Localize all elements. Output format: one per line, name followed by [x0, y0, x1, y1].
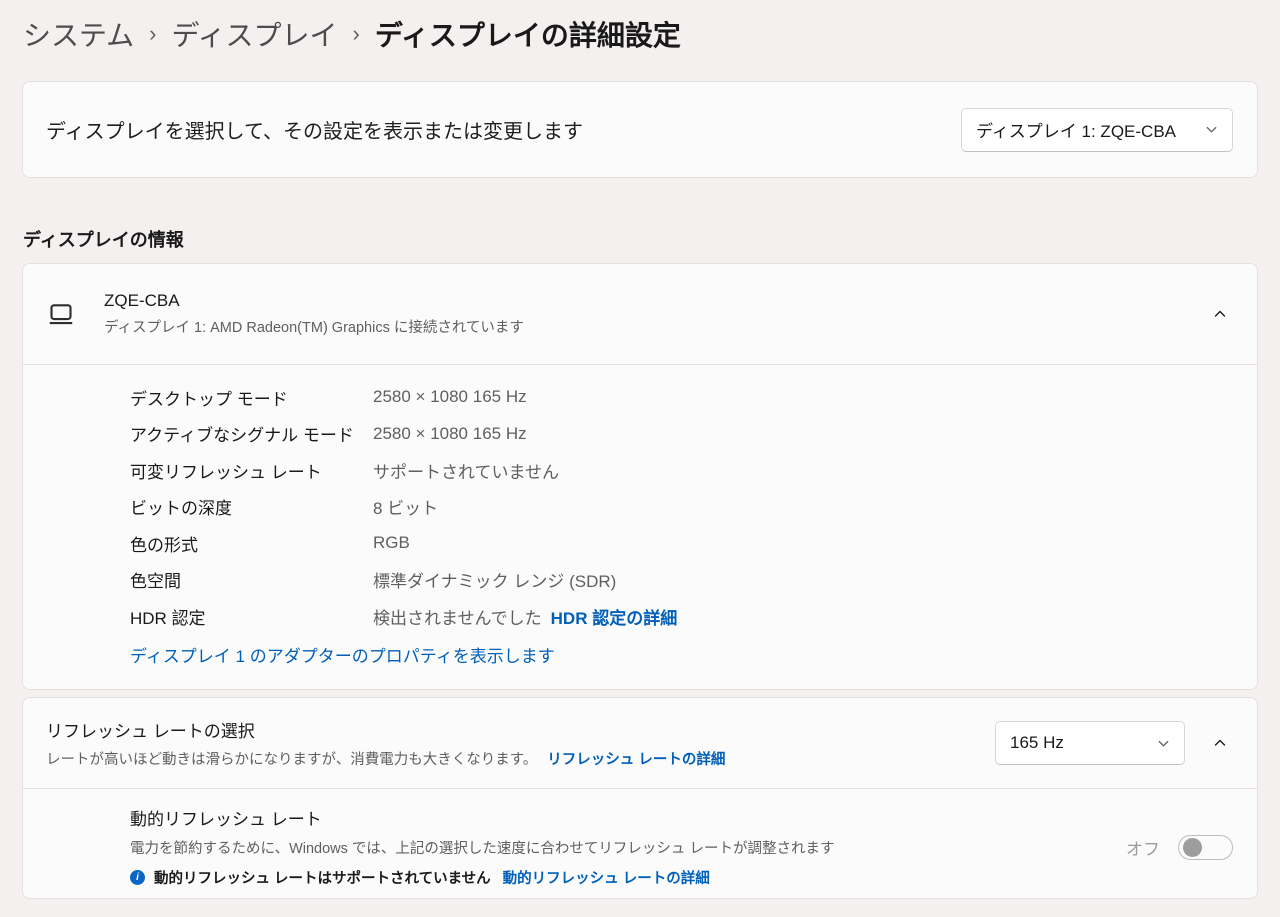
advanced-display-settings-page: システム › ディスプレイ › ディスプレイの詳細設定 ディスプレイを選択して、… [0, 0, 1280, 917]
page-title: ディスプレイの詳細設定 [374, 20, 681, 51]
refresh-rate-card: リフレッシュ レートの選択 レートが高いほど動きは滑らかになりますが、消費電力も… [22, 697, 1258, 899]
spec-label: ビットの深度 [130, 499, 232, 519]
breadcrumb: システム › ディスプレイ › ディスプレイの詳細設定 [0, 0, 1280, 58]
spec-label: デスクトップ モード [130, 389, 288, 409]
spec-value: RGB [373, 533, 410, 553]
info-icon: i [130, 870, 145, 885]
spec-label: HDR 認定 [130, 608, 206, 628]
refresh-rate-description: レートが高いほど動きは滑らかになりますが、消費電力も大きくなります。 リフレッシ… [46, 748, 725, 769]
dynamic-refresh-toggle[interactable] [1178, 835, 1233, 860]
breadcrumb-item-system[interactable]: システム [23, 14, 134, 54]
table-row: アクティブなシグナル モード 2580 × 1080 165 Hz [130, 416, 1233, 453]
refresh-rate-details-link[interactable]: リフレッシュ レートの詳細 [547, 752, 725, 768]
table-row: 可変リフレッシュ レート サポートされていません [130, 452, 1233, 489]
display-info-card: ZQE-CBA ディスプレイ 1: AMD Radeon(TM) Graphic… [22, 263, 1258, 690]
spec-label: 可変リフレッシュ レート [130, 462, 322, 482]
spec-label: 色の形式 [130, 535, 198, 555]
spec-label: アクティブなシグナル モード [130, 426, 354, 446]
display-selector-dropdown-value: ディスプレイ 1: ZQE-CBA [976, 122, 1176, 141]
refresh-rate-dropdown[interactable]: 165 Hz [995, 721, 1185, 765]
spec-value: 8 ビット [373, 499, 439, 519]
table-row: デスクトップ モード 2580 × 1080 165 Hz [130, 379, 1233, 416]
collapse-expander-button[interactable] [1207, 301, 1233, 327]
table-row: HDR 認定 検出されませんでした HDR 認定の詳細 [130, 598, 1233, 635]
dynamic-refresh-rate-description: 電力を節約するために、Windows では、上記の選択した速度に合わせてリフレッ… [130, 841, 835, 857]
spec-label: 色空間 [130, 572, 181, 592]
dynamic-refresh-rate-status: i 動的リフレッシュ レートはサポートされていません 動的リフレッシュ レートの… [130, 867, 834, 888]
chevron-right-icon: › [149, 21, 157, 46]
toggle-knob [1183, 838, 1202, 857]
display-selector-label: ディスプレイを選択して、その設定を表示または変更します [46, 121, 583, 143]
toggle-state-label: オフ [1126, 840, 1160, 859]
dynamic-refresh-rate-text: 動的リフレッシュ レート 電力を節約するために、Windows では、上記の選択… [130, 805, 834, 898]
display-name: ZQE-CBA [104, 291, 180, 310]
spec-value: 検出されませんでした [373, 608, 542, 628]
dynamic-refresh-rate-title: 動的リフレッシュ レート [130, 810, 322, 829]
laptop-display-icon [46, 301, 76, 328]
refresh-rate-dropdown-value: 165 Hz [1010, 733, 1064, 752]
display-selector-card: ディスプレイを選択して、その設定を表示または変更します ディスプレイ 1: ZQ… [22, 81, 1258, 178]
collapse-expander-button[interactable] [1207, 730, 1233, 756]
spec-value: 標準ダイナミック レンジ (SDR) [373, 572, 617, 592]
chevron-down-icon [1157, 737, 1170, 750]
table-row: 色の形式 RGB [130, 525, 1233, 562]
display-info-expander-header[interactable]: ZQE-CBA ディスプレイ 1: AMD Radeon(TM) Graphic… [23, 264, 1257, 364]
display-info-section-title: ディスプレイの情報 [23, 230, 184, 250]
display-info-details: デスクトップ モード 2580 × 1080 165 Hz アクティブなシグナル… [23, 365, 1257, 689]
dynamic-refresh-rate-status-text: 動的リフレッシュ レートはサポートされていません [154, 871, 491, 887]
chevron-down-icon [1205, 123, 1218, 136]
spec-value: サポートされていません [373, 462, 559, 482]
display-info-header-text: ZQE-CBA ディスプレイ 1: AMD Radeon(TM) Graphic… [104, 291, 524, 337]
spec-value: 2580 × 1080 165 Hz [373, 423, 527, 443]
dynamic-refresh-rate-section: 動的リフレッシュ レート 電力を節約するために、Windows では、上記の選択… [23, 789, 1257, 898]
refresh-rate-header-text: リフレッシュ レートの選択 レートが高いほど動きは滑らかになりますが、消費電力も… [46, 717, 725, 769]
hdr-certification-details-link[interactable]: HDR 認定の詳細 [551, 604, 678, 629]
adapter-properties-link[interactable]: ディスプレイ 1 のアダプターのプロパティを表示します [130, 642, 555, 667]
chevron-right-icon: › [352, 21, 360, 46]
spec-value: 2580 × 1080 165 Hz [373, 387, 527, 407]
table-row: 色空間 標準ダイナミック レンジ (SDR) [130, 562, 1233, 599]
refresh-rate-controls: 165 Hz [995, 721, 1233, 765]
table-row: ビットの深度 8 ビット [130, 489, 1233, 526]
breadcrumb-item-display[interactable]: ディスプレイ [172, 14, 338, 54]
display-connection-subtitle: ディスプレイ 1: AMD Radeon(TM) Graphics に接続されて… [104, 320, 524, 336]
display-selector-dropdown[interactable]: ディスプレイ 1: ZQE-CBA [961, 107, 1233, 152]
dynamic-refresh-rate-details-link[interactable]: 動的リフレッシュ レートの詳細 [503, 867, 710, 888]
refresh-rate-description-text: レートが高いほど動きは滑らかになりますが、消費電力も大きくなります。 [46, 752, 538, 768]
dynamic-refresh-toggle-group: オフ [1126, 835, 1233, 860]
refresh-rate-expander-header[interactable]: リフレッシュ レートの選択 レートが高いほど動きは滑らかになりますが、消費電力も… [23, 698, 1257, 788]
refresh-rate-title: リフレッシュ レートの選択 [46, 722, 255, 741]
